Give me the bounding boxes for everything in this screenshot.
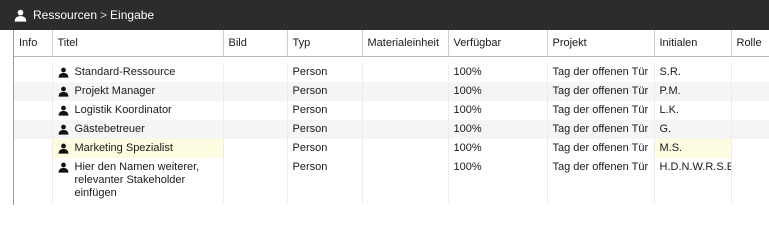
column-header-bild[interactable]: Bild <box>223 30 288 57</box>
title-cell[interactable]: Projekt Manager <box>52 82 224 101</box>
bild-cell[interactable] <box>223 120 288 139</box>
table-row[interactable]: Projekt Manager Person 100% Tag der offe… <box>14 82 769 101</box>
rolle-cell[interactable] <box>731 82 769 101</box>
info-cell[interactable] <box>14 63 53 82</box>
column-header-titel[interactable]: Titel <box>52 30 224 57</box>
window-titlebar: Ressourcen > Eingabe <box>0 0 769 30</box>
bild-cell[interactable] <box>223 139 288 158</box>
initialen-cell[interactable]: G. <box>654 120 732 139</box>
projekt-cell[interactable]: Tag der offenen Tür <box>547 82 655 101</box>
bild-cell[interactable] <box>223 158 288 203</box>
verfuegbar-cell[interactable]: 100% <box>448 63 548 82</box>
initialen-cell[interactable]: H.D.N.W.R.S.E. <box>654 158 732 203</box>
person-icon <box>58 86 68 97</box>
rolle-cell[interactable] <box>731 139 769 158</box>
verfuegbar-cell[interactable]: 100% <box>448 139 548 158</box>
info-cell[interactable] <box>14 139 53 158</box>
table-row[interactable]: Logistik Koordinator Person 100% Tag der… <box>14 101 769 120</box>
verfuegbar-cell[interactable]: 100% <box>448 120 548 139</box>
typ-cell[interactable]: Person <box>287 63 363 82</box>
column-header-projekt[interactable]: Projekt <box>547 30 655 57</box>
title-cell[interactable]: Marketing Spezialist <box>52 139 224 158</box>
verfuegbar-cell[interactable]: 100% <box>448 82 548 101</box>
resource-title: Marketing Spezialist <box>74 142 173 154</box>
resource-title: Gästebetreuer <box>74 123 145 135</box>
projekt-cell[interactable]: Tag der offenen Tür <box>547 120 655 139</box>
resource-title: Hier den Namen weiterer, relevanter Stak… <box>74 161 200 199</box>
bild-cell[interactable] <box>223 82 288 101</box>
column-header-verfuegbar[interactable]: Verfügbar <box>448 30 548 57</box>
column-header-rolle[interactable]: Rolle <box>731 30 769 57</box>
projekt-cell[interactable]: Tag der offenen Tür <box>547 101 655 120</box>
column-header-typ[interactable]: Typ <box>287 30 363 57</box>
typ-cell[interactable]: Person <box>287 82 363 101</box>
title-cell[interactable]: Gästebetreuer <box>52 120 224 139</box>
resource-title: Standard-Ressource <box>74 66 176 78</box>
person-icon <box>58 124 68 135</box>
initialen-cell[interactable]: P.M. <box>654 82 732 101</box>
materialeinheit-cell[interactable] <box>362 120 449 139</box>
person-icon <box>58 162 68 173</box>
person-icon <box>58 67 68 78</box>
title-cell[interactable]: Hier den Namen weiterer, relevanter Stak… <box>52 158 224 203</box>
verfuegbar-cell[interactable]: 100% <box>448 101 548 120</box>
projekt-cell[interactable]: Tag der offenen Tür <box>547 139 655 158</box>
breadcrumb-separator: > <box>100 8 108 22</box>
rolle-cell[interactable] <box>731 101 769 120</box>
bild-cell[interactable] <box>223 101 288 120</box>
person-icon <box>58 105 68 116</box>
title-cell[interactable]: Standard-Ressource <box>52 63 224 82</box>
breadcrumb-ressourcen[interactable]: Ressourcen <box>33 8 97 22</box>
table-row[interactable]: Gästebetreuer Person 100% Tag der offene… <box>14 120 769 139</box>
column-header-materialeinheit[interactable]: Materialeinheit <box>362 30 449 57</box>
resource-title: Projekt Manager <box>74 85 156 97</box>
typ-cell[interactable]: Person <box>287 158 363 203</box>
typ-cell[interactable]: Person <box>287 101 363 120</box>
breadcrumb-eingabe[interactable]: Eingabe <box>110 8 154 22</box>
typ-cell[interactable]: Person <box>287 139 363 158</box>
column-header-initialen[interactable]: Initialen <box>654 30 732 57</box>
materialeinheit-cell[interactable] <box>362 139 449 158</box>
materialeinheit-cell[interactable] <box>362 63 449 82</box>
person-icon <box>58 143 68 154</box>
typ-cell[interactable]: Person <box>287 120 363 139</box>
rolle-cell[interactable] <box>731 120 769 139</box>
info-cell[interactable] <box>14 82 53 101</box>
table-row-highlighted[interactable]: Marketing Spezialist Person 100% Tag der… <box>14 139 769 158</box>
table-row[interactable]: Hier den Namen weiterer, relevanter Stak… <box>14 158 769 203</box>
info-cell[interactable] <box>14 101 53 120</box>
projekt-cell[interactable]: Tag der offenen Tür <box>547 63 655 82</box>
person-icon <box>14 9 27 22</box>
resource-table: Info Titel Bild Typ Materialeinheit Verf… <box>13 30 769 205</box>
info-cell[interactable] <box>14 120 53 139</box>
materialeinheit-cell[interactable] <box>362 158 449 203</box>
verfuegbar-cell[interactable]: 100% <box>448 158 548 203</box>
projekt-cell[interactable]: Tag der offenen Tür <box>547 158 655 203</box>
materialeinheit-cell[interactable] <box>362 82 449 101</box>
info-cell[interactable] <box>14 158 53 203</box>
title-cell[interactable]: Logistik Koordinator <box>52 101 224 120</box>
table-header: Info Titel Bild Typ Materialeinheit Verf… <box>14 30 769 57</box>
initialen-cell[interactable]: S.R. <box>654 63 732 82</box>
rolle-cell[interactable] <box>731 158 769 203</box>
materialeinheit-cell[interactable] <box>362 101 449 120</box>
table-row[interactable]: Standard-Ressource Person 100% Tag der o… <box>14 63 769 82</box>
bild-cell[interactable] <box>223 63 288 82</box>
column-header-info[interactable]: Info <box>14 30 53 57</box>
initialen-cell[interactable]: L.K. <box>654 101 732 120</box>
resource-title: Logistik Koordinator <box>74 104 172 116</box>
initialen-cell[interactable]: M.S. <box>654 139 732 158</box>
rolle-cell[interactable] <box>731 63 769 82</box>
